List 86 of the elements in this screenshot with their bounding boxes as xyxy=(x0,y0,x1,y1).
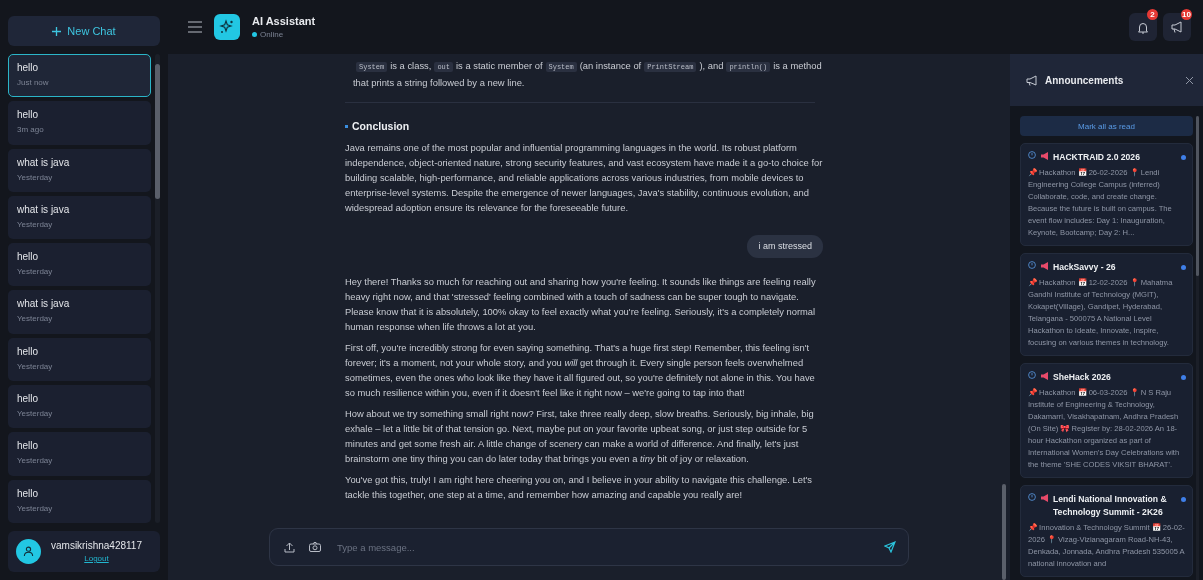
announcement-title: HACKTRAID 2.0 2026 xyxy=(1053,151,1141,164)
chat-time: Yesterday xyxy=(17,456,54,466)
megaphone-icon xyxy=(1040,261,1049,271)
bullet-icon xyxy=(345,125,348,128)
message-input-field[interactable]: Type a message... xyxy=(269,528,909,566)
info-icon xyxy=(1028,371,1036,379)
new-chat-button[interactable]: New Chat xyxy=(8,16,160,46)
close-icon xyxy=(1186,76,1193,84)
announcement-title: Lendi National Innovation & Technology Summit - 2K26 xyxy=(1053,493,1168,519)
chat-title: hello xyxy=(17,487,40,499)
chat-time: Yesterday xyxy=(17,219,54,229)
announcement-title: HackSavvy - 26 xyxy=(1053,261,1117,274)
status-text: Online xyxy=(260,30,284,39)
chat-time: Yesterday xyxy=(17,361,54,371)
megaphone-icon xyxy=(1040,151,1049,161)
avatar-icon xyxy=(16,539,41,564)
announcement-card[interactable] xyxy=(1020,363,1193,478)
info-icon xyxy=(1028,261,1036,269)
chat-title: hello xyxy=(17,62,40,73)
chat-history-item[interactable]: hello 3m ago xyxy=(8,101,151,145)
user-message-bubble: i am stressed xyxy=(747,235,823,258)
message-text: (an instance of xyxy=(579,60,642,71)
chat-time: Yesterday xyxy=(17,267,54,277)
chat-time: Yesterday xyxy=(17,314,54,324)
close-button[interactable] xyxy=(1186,76,1193,84)
scrollbar-thumb[interactable] xyxy=(1002,484,1006,580)
message-paragraph: You've got this, truly! I am right here cheering you on, and I believe in your ability to navigate this challenge. Let's tackle this together, one step at a time, and remember how amazing and capable you really are! xyxy=(345,473,814,502)
chat-history-item[interactable]: what is java Yesterday xyxy=(8,195,151,240)
upload-icon xyxy=(284,541,295,553)
chat-time: Yesterday xyxy=(17,172,54,182)
message-paragraph: Hey there! Thanks so much for reaching out and sharing how you're feeling. It sounds like things are feeling really heavy right now, and that 'stressed' feeling combined with a touch of sadness can be super tough to navigate. Please know that it is absolutely, 100% okay to feel exactly what you're feeling. Seriously, it's a completely normal human response when life throws a lot at you. xyxy=(345,275,817,334)
scrollbar-thumb[interactable] xyxy=(1196,116,1199,276)
chat-history-item[interactable]: hello Yesterday xyxy=(8,337,151,382)
chat-title: what is java xyxy=(17,298,71,310)
chat-time: Just now xyxy=(17,78,50,87)
message-text: is a static member of xyxy=(456,60,543,71)
announcement-count-badge: 10 xyxy=(1181,9,1192,20)
chat-title: hello xyxy=(17,345,40,357)
megaphone-icon xyxy=(1026,74,1038,86)
chat-history-item[interactable]: what is java Yesterday xyxy=(8,290,151,334)
message-text: is a class, xyxy=(390,60,432,71)
info-icon xyxy=(1028,151,1036,159)
announcement-title: SheHack 2026 xyxy=(1053,371,1112,384)
chat-history-item[interactable]: hello Yesterday xyxy=(8,432,151,476)
message-text: that prints a string followed by a new line. xyxy=(353,77,525,88)
chat-title: what is java xyxy=(17,203,71,215)
chat-history-item[interactable]: hello Yesterday xyxy=(8,243,151,287)
chat-time: Yesterday xyxy=(17,503,54,513)
megaphone-icon xyxy=(1040,493,1049,503)
camera-icon xyxy=(309,542,321,552)
online-status-dot xyxy=(252,32,257,37)
send-icon xyxy=(884,541,896,553)
sparkle-icon xyxy=(214,14,240,40)
notification-count-badge: 2 xyxy=(1147,9,1158,20)
chat-title: what is java xyxy=(17,156,71,168)
bell-icon xyxy=(1137,20,1149,34)
mark-all-read-button[interactable]: Mark all as read xyxy=(1020,116,1193,136)
assistant-name: AI Assistant xyxy=(252,15,317,27)
chat-title: hello xyxy=(17,393,40,405)
chat-history-item[interactable]: hello Just now xyxy=(8,54,151,98)
megaphone-icon xyxy=(1040,371,1049,381)
menu-icon xyxy=(188,21,202,33)
megaphone-icon xyxy=(1170,21,1184,33)
logout-link[interactable]: Logout xyxy=(84,554,109,563)
chat-title: hello xyxy=(17,440,40,452)
info-icon xyxy=(1028,493,1036,501)
announcement-card[interactable] xyxy=(1020,253,1193,356)
panel-title: Announcements xyxy=(1045,74,1125,86)
message-paragraph: First off, you're incredibly strong for even saying something. That's a huge first step! Remember, this feeling isn't forever; it's a moment, not your whole story, and you will get through it. Every single person feels overwhelmed sometimes, even the ones who look like they have it all figured out, so you're definitely not alone in this. You have so much resilience within you, even if it doesn't feel like it right now – we're going to tap into that! xyxy=(345,341,816,400)
chat-title: hello xyxy=(17,251,40,263)
chat-history-item[interactable]: what is java Yesterday xyxy=(8,148,151,192)
message-paragraph: How about we try something small right now? First, take three really deep, slow breaths. Seriously, big inhale, big exhale – let a little bit of that tension go. Next, maybe put on your favorite upbeat song, or just step outside for 5 minutes and get some fresh air. A little change of scenery can make a world of difference. And finally, let's just brainstorm one tiny thing you can do later today that brings you even a tiny bit of joy or relaxation. xyxy=(345,407,815,466)
announcement-card[interactable] xyxy=(1020,143,1193,246)
scrollbar-thumb[interactable] xyxy=(155,64,160,199)
chat-title: hello xyxy=(17,109,40,121)
chat-history-item[interactable]: hello Yesterday xyxy=(8,479,151,523)
message-text: is a method xyxy=(773,60,822,71)
message-text: ), and xyxy=(699,60,724,71)
message-input[interactable]: Type a message... xyxy=(335,540,870,554)
message-paragraph: Java remains one of the most popular and influential programming languages in the world. Its robust platform independence, object-oriented nature, strong security features, and vast ecosystem have made it a go-to choice for building scalable, high-performance, and reliable applications across various industries, from mobile devices to enterprise-level systems. Despite the emergence of newer languages, Java's stability, continuous evolution, and widespread adoption ensure its relevance for the foreseeable future. xyxy=(345,141,823,215)
chat-time: Yesterday xyxy=(17,409,54,419)
plus-icon xyxy=(52,26,62,36)
username: vamsikrishna428117 xyxy=(51,540,142,551)
section-heading: Conclusion xyxy=(352,119,410,134)
chat-time: 3m ago xyxy=(17,125,45,135)
chat-history-item[interactable]: hello Yesterday xyxy=(8,385,151,429)
